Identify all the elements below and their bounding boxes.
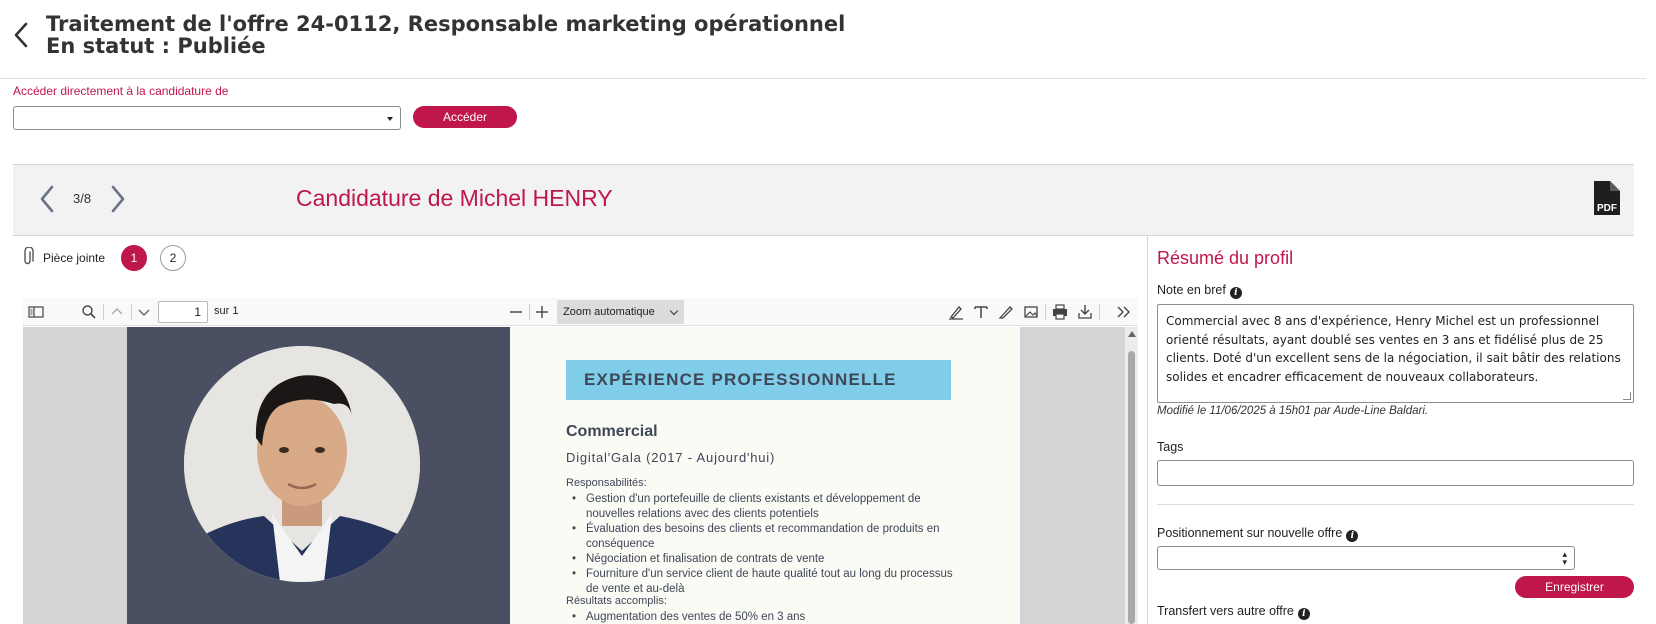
cv-company: Digital'Gala (2017 - Aujourd'hui) [566,450,776,465]
list-item: Négociation et finalisation de contrats … [566,552,956,567]
scrollbar-thumb[interactable] [1128,351,1135,624]
candidate-counter: 3/8 [73,191,92,206]
candidate-photo [184,346,420,582]
toolbar-separator [1099,304,1100,320]
profile-title: Résumé du profil [1157,248,1294,268]
resize-handle-icon[interactable] [1623,392,1631,400]
positioning-select[interactable]: ▴ ▾ [1157,546,1575,570]
page-count: sur 1 [214,305,239,317]
list-item: Fourniture d'un service client de haute … [566,567,956,597]
note-text: Commercial avec 8 ans d'expérience, Henr… [1166,314,1621,384]
cv-results-heading: Résultats accomplis: [566,595,667,607]
attachment-2-button[interactable]: 2 [160,245,186,271]
section-divider [1157,504,1634,505]
candidate-title: Candidature de Michel HENRY [296,185,613,211]
cv-role: Commercial [566,423,658,440]
cv-section-heading: EXPÉRIENCE PROFESSIONNELLE [566,360,951,400]
info-icon[interactable]: i [1229,287,1242,299]
cv-responsibilities-heading: Responsabilités: [566,477,647,489]
highlight-icon[interactable] [947,303,965,321]
tags-input[interactable] [1157,460,1634,486]
cv-results-list: Augmentation des ventes de 50% en 3 ans [566,610,956,624]
offer-status: En statut : Publiée [46,34,266,58]
pdf-canvas[interactable]: EXPÉRIENCE PROFESSIONNELLE Commercial Di… [23,327,1138,624]
page-number-input[interactable]: 1 [158,301,208,323]
list-item: Gestion d'un portefeuille de clients exi… [566,492,956,522]
dropdown-caret-icon [387,117,393,121]
candidate-nav-bar: 3/8 Candidature de Michel HENRY PDF [13,164,1634,236]
page-header: Traitement de l'offre 24-0112, Responsab… [0,0,1646,79]
cv-responsibilities-list: Gestion d'un portefeuille de clients exi… [566,492,956,597]
pdf-scrollbar[interactable] [1125,327,1138,624]
draw-icon[interactable] [997,303,1015,321]
toolbar-separator [103,304,104,320]
scroll-up-icon[interactable] [1128,331,1136,337]
text-tool-icon[interactable] [972,303,990,321]
search-icon[interactable] [80,303,98,321]
list-item: Évaluation des besoins des clients et re… [566,522,956,552]
note-label-row: Note en bref i [1157,283,1242,299]
save-button[interactable]: Enregistrer [1515,576,1634,598]
list-item: Augmentation des ventes de 50% en 3 ans [566,610,956,624]
note-modified-info: Modifié le 11/06/2025 à 15h01 par Aude-L… [1157,405,1429,417]
cv-content: EXPÉRIENCE PROFESSIONNELLE Commercial Di… [510,327,1020,624]
next-page-icon[interactable] [135,303,153,321]
attachment-1-button[interactable]: 1 [121,245,147,271]
svg-text:PDF: PDF [1597,203,1617,214]
print-icon[interactable] [1051,303,1069,321]
cv-page: EXPÉRIENCE PROFESSIONNELLE Commercial Di… [127,327,1020,624]
toolbar-separator [131,304,132,320]
toolbar-separator [1045,304,1046,320]
previous-candidate-icon[interactable] [37,182,59,216]
info-icon[interactable]: i [1346,530,1359,542]
candidate-select[interactable] [13,106,401,130]
attachment-label: Pièce jointe [43,251,106,265]
zoom-select[interactable]: Zoom automatique [557,300,684,324]
previous-page-icon[interactable] [108,303,126,321]
toolbar-separator [529,304,530,320]
image-icon[interactable] [1022,303,1040,321]
zoom-out-icon[interactable] [507,303,525,321]
zoom-value: Zoom automatique [563,306,655,318]
info-icon[interactable]: i [1297,608,1310,620]
save-download-icon[interactable] [1076,303,1094,321]
cv-sidebar [127,327,510,624]
note-label: Note en bref [1157,283,1226,297]
page-title: Traitement de l'offre 24-0112, Responsab… [46,12,846,36]
access-button[interactable]: Accéder [413,106,517,128]
sort-arrows-icon: ▴ ▾ [1562,549,1567,567]
pdf-toolbar: 1 sur 1 Zoom automatique [23,298,1138,326]
paperclip-icon [24,247,34,265]
transfer-label-row: Transfert vers autre offre i [1157,604,1310,620]
pdf-file-icon[interactable]: PDF [1590,180,1622,216]
transfer-label: Transfert vers autre offre [1157,604,1294,618]
positioning-label-row: Positionnement sur nouvelle offre i [1157,526,1359,542]
note-textarea[interactable]: Commercial avec 8 ans d'expérience, Henr… [1157,304,1634,403]
sidebar-toggle-icon[interactable] [27,303,45,321]
tags-label: Tags [1157,440,1184,454]
positioning-label: Positionnement sur nouvelle offre [1157,526,1343,540]
more-tools-icon[interactable] [1115,303,1133,321]
chevron-down-icon [669,306,679,316]
panel-divider [1147,236,1148,624]
zoom-in-icon[interactable] [533,303,551,321]
next-candidate-icon[interactable] [106,182,128,216]
jump-label: Accéder directement à la candidature de [13,84,229,98]
back-arrow-icon[interactable] [10,18,34,52]
